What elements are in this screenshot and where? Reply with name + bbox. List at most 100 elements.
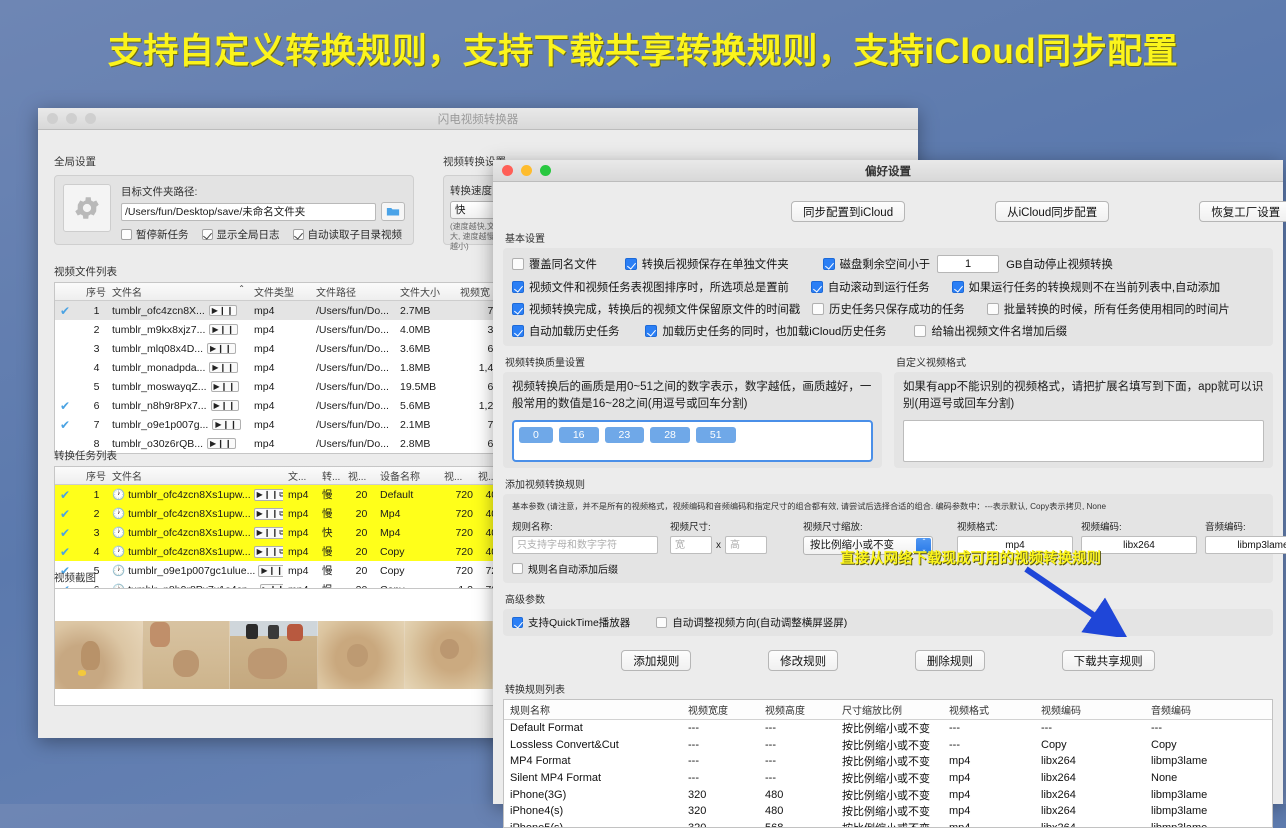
- column-header[interactable]: 视频格式: [943, 702, 1035, 717]
- maximize-button-icon[interactable]: [540, 165, 551, 176]
- column-header[interactable]: 规则名称: [504, 702, 682, 717]
- checkbox-box[interactable]: [121, 229, 132, 240]
- modify-rule-button[interactable]: 修改规则: [768, 650, 838, 671]
- column-header[interactable]: 设备名称: [375, 468, 439, 483]
- row-checkbox[interactable]: ✔: [55, 488, 81, 502]
- checkbox-box[interactable]: [293, 229, 304, 240]
- row-checkbox[interactable]: ✔: [55, 526, 81, 540]
- play-pause-copy-icons[interactable]: ▶❙❙⧉: [254, 546, 283, 558]
- quality-token[interactable]: 23: [605, 427, 645, 443]
- play-pause-icons[interactable]: ▶❙❙: [207, 343, 236, 354]
- maximize-button-icon[interactable]: [85, 113, 96, 124]
- target-folder-input[interactable]: /Users/fun/Desktop/save/未命名文件夹: [121, 203, 376, 221]
- table-row[interactable]: ✔1tumblr_ofc4zcn8X...▶❙❙mp4/Users/fun/Do…: [55, 301, 493, 320]
- quality-token[interactable]: 51: [696, 427, 736, 443]
- column-header[interactable]: 文件名⌃: [107, 284, 249, 299]
- table-row[interactable]: iPhone5(s)320568按比例缩小或不变mp4libx264libmp3…: [504, 820, 1272, 828]
- table-row[interactable]: ✔2🕐tumblr_ofc4zcn8Xs1upw...▶❙❙⧉mp4慢20Mp4…: [55, 504, 493, 523]
- overwrite-same-name-checkbox[interactable]: [512, 258, 524, 270]
- play-pause-copy-icons[interactable]: ▶❙❙⧉: [254, 508, 283, 520]
- video-height-input[interactable]: 高: [725, 536, 767, 554]
- minimize-button-icon[interactable]: [521, 165, 532, 176]
- rule-auto-suffix-checkbox[interactable]: [512, 563, 523, 574]
- video-file-list-body[interactable]: ✔1tumblr_ofc4zcn8X...▶❙❙mp4/Users/fun/Do…: [55, 301, 493, 453]
- play-pause-icons[interactable]: ▶❙❙: [212, 419, 241, 430]
- column-header[interactable]: 文件名: [107, 468, 283, 483]
- column-header[interactable]: 尺寸缩放比例: [836, 702, 943, 717]
- disk-space-limit-checkbox[interactable]: [823, 258, 835, 270]
- table-row[interactable]: 5tumblr_moswayqZ...▶❙❙mp4/Users/fun/Do..…: [55, 377, 493, 396]
- video-file-list-table[interactable]: 序号文件名⌃文件类型文件路径文件大小视频宽 ✔1tumblr_ofc4zcn8X…: [54, 282, 494, 454]
- close-button-icon[interactable]: [47, 113, 58, 124]
- column-header[interactable]: 视频编码: [1035, 702, 1145, 717]
- window-controls[interactable]: [38, 113, 96, 124]
- auto-add-rule-checkbox[interactable]: [952, 281, 964, 293]
- main-window-titlebar[interactable]: 闪电视频转换器: [38, 108, 918, 130]
- sort-selected-first-checkbox[interactable]: [512, 281, 524, 293]
- support-quicktime-checkbox[interactable]: [512, 617, 523, 628]
- load-icloud-history-checkbox[interactable]: [645, 325, 657, 337]
- column-header[interactable]: 文...: [283, 468, 317, 483]
- checkbox-box[interactable]: [202, 229, 213, 240]
- row-checkbox[interactable]: ✔: [55, 545, 81, 559]
- close-button-icon[interactable]: [502, 165, 513, 176]
- show-global-log-checkbox[interactable]: 显示全局日志: [202, 227, 280, 242]
- play-pause-icons[interactable]: ▶❙❙: [211, 400, 240, 411]
- column-header[interactable]: 视频宽: [455, 284, 494, 299]
- auto-load-history-checkbox[interactable]: [512, 325, 524, 337]
- table-row[interactable]: ✔7tumblr_o9e1p007g...▶❙❙mp4/Users/fun/Do…: [55, 415, 493, 434]
- history-success-only-checkbox[interactable]: [812, 303, 824, 315]
- quality-token-input[interactable]: 0 16 23 28 51: [512, 420, 873, 462]
- table-row[interactable]: 3tumblr_mlq08x4D...▶❙❙mp4/Users/fun/Do..…: [55, 339, 493, 358]
- auto-read-subdir-checkbox[interactable]: 自动读取子目录视频: [293, 227, 403, 242]
- auto-scroll-to-task-checkbox[interactable]: [811, 281, 823, 293]
- audio-codec-input[interactable]: libmp3lame: [1205, 536, 1286, 554]
- auto-orientation-checkbox[interactable]: [656, 617, 667, 628]
- table-row[interactable]: iPhone4(s)320480按比例缩小或不变mp4libx264libmp3…: [504, 803, 1272, 820]
- sync-to-icloud-button[interactable]: 同步配置到iCloud: [791, 201, 905, 222]
- table-row[interactable]: Default Format------按比例缩小或不变---------: [504, 720, 1272, 737]
- column-header[interactable]: 转...: [317, 468, 343, 483]
- column-header[interactable]: 音频编码: [1145, 702, 1255, 717]
- column-header[interactable]: 视频宽度: [682, 702, 759, 717]
- table-row[interactable]: ✔6tumblr_n8h9r8Px7...▶❙❙mp4/Users/fun/Do…: [55, 396, 493, 415]
- rules-table-body[interactable]: Default Format------按比例缩小或不变---------Los…: [504, 720, 1272, 828]
- table-row[interactable]: ✔3🕐tumblr_ofc4zcn8Xs1upw...▶❙❙⧉mp4快20Mp4…: [55, 523, 493, 542]
- delete-rule-button[interactable]: 删除规则: [915, 650, 985, 671]
- add-filename-suffix-checkbox[interactable]: [914, 325, 926, 337]
- play-pause-copy-icons[interactable]: ▶❙❙⧉: [254, 527, 283, 539]
- keep-timestamp-checkbox[interactable]: [512, 303, 524, 315]
- minimize-button-icon[interactable]: [66, 113, 77, 124]
- window-controls[interactable]: [493, 165, 551, 176]
- quality-token[interactable]: 0: [519, 427, 553, 443]
- gear-icon[interactable]: [63, 184, 111, 232]
- row-checkbox[interactable]: ✔: [55, 507, 81, 521]
- column-header[interactable]: 文件类型: [249, 284, 311, 299]
- folder-icon[interactable]: [381, 202, 405, 221]
- table-row[interactable]: ✔4🕐tumblr_ofc4zcn8Xs1upw...▶❙❙⧉mp4慢20Cop…: [55, 542, 493, 561]
- play-pause-icons[interactable]: ▶❙❙: [211, 381, 240, 392]
- column-header[interactable]: 文件大小: [395, 284, 455, 299]
- column-header[interactable]: 视...: [439, 468, 473, 483]
- download-shared-rule-button[interactable]: 下载共享规则: [1062, 650, 1155, 671]
- restore-factory-settings-button[interactable]: 恢复工厂设置: [1199, 201, 1286, 222]
- table-row[interactable]: Silent MP4 Format------按比例缩小或不变mp4libx26…: [504, 770, 1272, 787]
- row-checkbox[interactable]: ✔: [55, 418, 81, 432]
- video-width-input[interactable]: 宽: [670, 536, 712, 554]
- table-row[interactable]: MP4 Format------按比例缩小或不变mp4libx264libmp3…: [504, 753, 1272, 770]
- batch-same-timeslice-checkbox[interactable]: [987, 303, 999, 315]
- column-header[interactable]: 序号: [81, 284, 107, 299]
- disk-space-input[interactable]: 1: [937, 255, 999, 273]
- table-row[interactable]: 2tumblr_m9kx8xjz7...▶❙❙mp4/Users/fun/Do.…: [55, 320, 493, 339]
- column-header[interactable]: 视...: [343, 468, 375, 483]
- rules-table[interactable]: 规则名称视频宽度视频高度尺寸缩放比例视频格式视频编码音频编码 Default F…: [503, 699, 1273, 828]
- column-header[interactable]: 视...: [473, 468, 494, 483]
- table-row[interactable]: 4tumblr_monadpda...▶❙❙mp4/Users/fun/Do..…: [55, 358, 493, 377]
- preferences-window[interactable]: 偏好设置 同步配置到iCloud 从iCloud同步配置 恢复工厂设置 基本设置…: [493, 160, 1283, 804]
- table-row[interactable]: iPhone(3G)320480按比例缩小或不变mp4libx264libmp3…: [504, 786, 1272, 803]
- quality-token[interactable]: 28: [650, 427, 690, 443]
- play-pause-icons[interactable]: ▶❙❙: [209, 362, 238, 373]
- play-pause-icons[interactable]: ▶❙❙: [209, 324, 238, 335]
- play-pause-copy-icons[interactable]: ▶❙❙⧉: [254, 489, 283, 501]
- column-header[interactable]: 视频高度: [759, 702, 836, 717]
